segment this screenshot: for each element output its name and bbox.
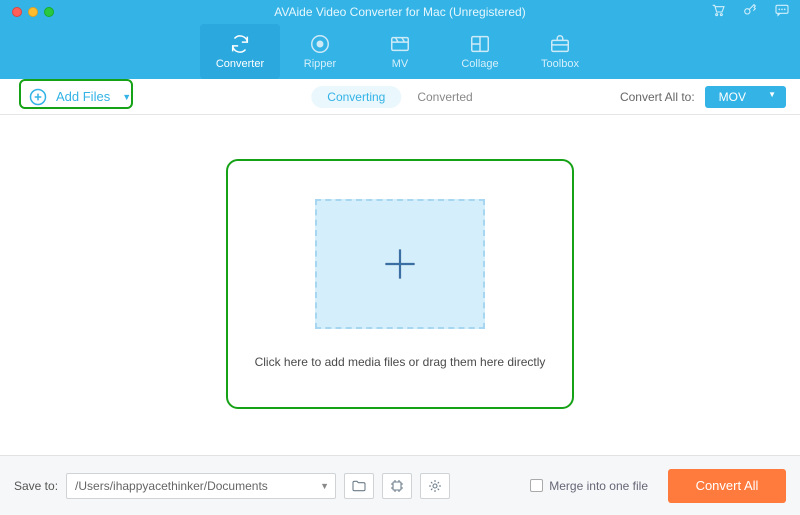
key-icon[interactable]	[742, 2, 758, 23]
add-files-button[interactable]: Add Files ▼	[28, 87, 131, 107]
convert-all-to-label: Convert All to:	[620, 90, 695, 104]
nav-mv[interactable]: MV	[360, 24, 440, 79]
hardware-accel-button[interactable]	[382, 473, 412, 499]
nav-ripper[interactable]: Ripper	[280, 24, 360, 79]
nav-collage[interactable]: Collage	[440, 24, 520, 79]
nav-label: Ripper	[304, 58, 336, 70]
nav-label: MV	[392, 58, 409, 70]
titlebar-actions	[710, 2, 790, 23]
nav-toolbox[interactable]: Toolbox	[520, 24, 600, 79]
conversion-tabs: Converting Converted	[311, 86, 488, 108]
nav-converter[interactable]: Converter	[200, 24, 280, 79]
nav-label: Converter	[216, 58, 264, 70]
merge-option[interactable]: Merge into one file	[530, 479, 648, 493]
nav-label: Collage	[461, 58, 498, 70]
dropzone-hint: Click here to add media files or drag th…	[255, 355, 546, 369]
dropzone[interactable]	[315, 199, 485, 329]
nav-label: Toolbox	[541, 58, 579, 70]
convert-all-to: Convert All to: MOV	[620, 86, 786, 108]
open-folder-button[interactable]	[344, 473, 374, 499]
minimize-window[interactable]	[28, 7, 38, 17]
window-title: AVAide Video Converter for Mac (Unregist…	[274, 5, 525, 19]
merge-checkbox[interactable]	[530, 479, 543, 492]
chevron-down-icon[interactable]: ▼	[122, 92, 131, 102]
settings-button[interactable]	[420, 473, 450, 499]
zoom-window[interactable]	[44, 7, 54, 17]
main-nav: Converter Ripper MV Collage Toolbox	[0, 24, 800, 79]
titlebar: AVAide Video Converter for Mac (Unregist…	[0, 0, 800, 24]
add-files-label: Add Files	[56, 89, 110, 104]
plus-icon	[378, 242, 422, 286]
window-controls	[0, 7, 54, 17]
cart-icon[interactable]	[710, 2, 726, 23]
sub-toolbar: Add Files ▼ Converting Converted Convert…	[0, 79, 800, 115]
save-path-value: /Users/ihappyacethinker/Documents	[75, 479, 268, 493]
main-area: Click here to add media files or drag th…	[0, 115, 800, 409]
bottom-bar: Save to: /Users/ihappyacethinker/Documen…	[0, 455, 800, 515]
chevron-down-icon: ▼	[320, 481, 329, 491]
save-to-label: Save to:	[14, 479, 58, 493]
highlight-annotation: Click here to add media files or drag th…	[226, 159, 574, 409]
convert-all-button[interactable]: Convert All	[668, 469, 786, 503]
merge-label: Merge into one file	[549, 479, 648, 493]
tab-converted[interactable]: Converted	[401, 86, 488, 108]
tab-converting[interactable]: Converting	[311, 86, 401, 108]
save-path-select[interactable]: /Users/ihappyacethinker/Documents ▼	[66, 473, 336, 499]
chat-icon[interactable]	[774, 2, 790, 23]
output-format-select[interactable]: MOV	[705, 86, 786, 108]
close-window[interactable]	[12, 7, 22, 17]
